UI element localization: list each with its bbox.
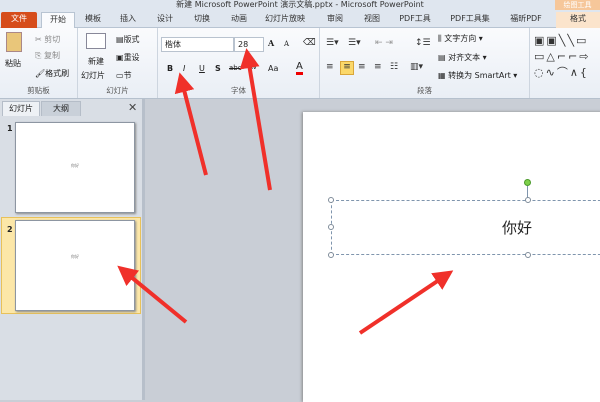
resize-handle[interactable] — [328, 224, 334, 230]
bullets-icon[interactable]: ☰▾ — [326, 38, 339, 48]
slides-panel: 幻灯片 大纲 ✕ 1 你好 2 你好 — [0, 99, 145, 400]
tab-slideshow[interactable]: 幻灯片放映 — [260, 12, 310, 28]
font-size-combo[interactable]: 28 — [234, 37, 264, 52]
tab-template[interactable]: 模板 — [78, 12, 108, 28]
new-slide-icon — [86, 33, 106, 49]
new-slide-dropdown[interactable]: 幻灯片 — [81, 70, 105, 81]
copy-button[interactable]: ⎘ 复制 — [35, 50, 60, 61]
ribbon-tabs: 文件 开始 模板 插入 设计 切换 动画 幻灯片放映 审阅 视图 PDF工具 P… — [0, 10, 600, 28]
new-slide-button[interactable]: 新建 — [88, 56, 104, 67]
format-painter-label: 格式刷 — [45, 69, 70, 78]
format-painter-button[interactable]: 🖌格式刷 — [35, 68, 69, 79]
align-left-icon[interactable]: ≡ — [326, 62, 334, 72]
shadow-button[interactable]: S — [215, 64, 221, 73]
bold-button[interactable]: B — [167, 64, 173, 73]
cut-label: 剪切 — [44, 35, 61, 44]
columns-icon[interactable]: ▥▾ — [410, 62, 423, 72]
tab-foxit-pdf[interactable]: 福昕PDF — [504, 12, 548, 28]
tab-outline[interactable]: 大纲 — [41, 101, 81, 116]
slide-thumbnail-1[interactable]: 你好 — [15, 122, 135, 213]
resize-handle[interactable] — [328, 252, 334, 258]
resize-handle[interactable] — [525, 252, 531, 258]
grow-font-button[interactable]: A — [268, 38, 274, 48]
paste-button[interactable]: 粘贴 — [5, 58, 21, 69]
slide-number: 1 — [7, 124, 13, 133]
group-shapes: ▣▣╲╲▭ ▭△⌐⌐⇨ ◌∿⌒∧{ — [530, 28, 600, 98]
layout-label: 版式 — [123, 35, 140, 44]
slides-label: 幻灯片 — [106, 86, 129, 95]
section-button[interactable]: ▭节 — [116, 70, 132, 81]
shrink-font-button[interactable]: A — [284, 40, 289, 48]
reset-button[interactable]: ▣重设 — [116, 52, 140, 63]
font-name-combo[interactable]: 楷体 — [161, 37, 234, 52]
distribute-icon[interactable]: ☷ — [390, 62, 398, 72]
tab-insert[interactable]: 插入 — [113, 12, 143, 28]
tab-pdf-toolset[interactable]: PDF工具集 — [445, 12, 495, 28]
tab-slides[interactable]: 幻灯片 — [2, 101, 40, 116]
numbering-icon[interactable]: ☰▾ — [348, 38, 361, 48]
underline-button[interactable]: U — [199, 64, 205, 73]
text-box[interactable]: 你好 — [328, 197, 600, 258]
change-case-button[interactable]: Aa — [268, 64, 278, 73]
align-text-label: 对齐文本 — [448, 53, 481, 62]
slide-thumbnail-2[interactable]: 你好 — [15, 220, 135, 311]
shapes-gallery[interactable]: ▣▣╲╲▭ ▭△⌐⌐⇨ ◌∿⌒∧{ — [534, 33, 591, 81]
font-label: 字体 — [231, 86, 246, 95]
smartart-label: 转换为 SmartArt — [448, 71, 511, 80]
tab-design[interactable]: 设计 — [150, 12, 180, 28]
tab-view[interactable]: 视图 — [357, 12, 387, 28]
strikethrough-button[interactable]: abc — [229, 64, 242, 72]
paragraph-label: 段落 — [417, 86, 432, 95]
reset-label: 重设 — [123, 53, 140, 62]
align-text-button[interactable]: ▤ 对齐文本 ▾ — [438, 52, 487, 63]
paste-icon — [6, 32, 22, 52]
group-font: 楷体 28 A A ⌫ B I U S abc AV Aa A 字体 — [158, 28, 320, 98]
layout-button[interactable]: ▤版式 — [116, 34, 140, 45]
align-center-icon[interactable]: ≡ — [340, 61, 354, 75]
rotate-handle[interactable] — [524, 179, 531, 186]
ribbon: 粘贴 ✂ 剪切 ⎘ 复制 🖌格式刷 剪贴板 新建 幻灯片 ▤版式 ▣重设 ▭节 … — [0, 28, 600, 99]
group-clipboard: 粘贴 ✂ 剪切 ⎘ 复制 🖌格式刷 剪贴板 — [0, 28, 78, 98]
title-bar: 新建 Microsoft PowerPoint 演示文稿.pptx - Micr… — [0, 0, 600, 10]
window-title: 新建 Microsoft PowerPoint 演示文稿.pptx - Micr… — [176, 0, 424, 9]
text-direction-label: 文字方向 — [444, 34, 477, 43]
thumb-text: 你好 — [71, 163, 79, 168]
group-slides: 新建 幻灯片 ▤版式 ▣重设 ▭节 幻灯片 — [78, 28, 158, 98]
tab-format[interactable]: 格式 — [556, 12, 600, 28]
clipboard-label: 剪贴板 — [27, 86, 50, 95]
resize-handle[interactable] — [525, 197, 531, 203]
tab-animations[interactable]: 动画 — [224, 12, 254, 28]
italic-button[interactable]: I — [183, 64, 185, 73]
copy-label: 复制 — [43, 51, 60, 60]
char-spacing-button[interactable]: AV — [248, 63, 257, 71]
tab-transitions[interactable]: 切换 — [187, 12, 217, 28]
slide-text[interactable]: 你好 — [332, 217, 532, 238]
clear-format-icon[interactable]: ⌫ — [303, 38, 316, 48]
tab-pdf-tools[interactable]: PDF工具 — [393, 12, 437, 28]
justify-icon[interactable]: ≡ — [374, 62, 382, 72]
slide-canvas[interactable] — [303, 112, 600, 402]
smartart-button[interactable]: ▦ 转换为 SmartArt ▾ — [438, 70, 517, 81]
text-direction-button[interactable]: ⫼ 文字方向 ▾ — [438, 33, 483, 44]
tab-review[interactable]: 审阅 — [320, 12, 350, 28]
context-tab-group: 绘图工具 — [555, 0, 600, 10]
line-spacing-icon[interactable]: ↕☰ — [415, 38, 431, 48]
align-right-icon[interactable]: ≡ — [358, 62, 366, 72]
slide-number: 2 — [7, 225, 13, 234]
group-paragraph: ☰▾ ☰▾ ⇤ ⇥ ↕☰ ≡ ≡ ≡ ≡ ☷ ▥▾ ⫼ 文字方向 ▾ ▤ 对齐文… — [320, 28, 530, 98]
font-color-button[interactable]: A — [296, 62, 303, 75]
tab-home[interactable]: 开始 — [41, 12, 75, 28]
section-label: 节 — [123, 71, 132, 80]
tab-file[interactable]: 文件 — [1, 12, 37, 28]
thumb-text: 你好 — [71, 254, 79, 259]
cut-button[interactable]: ✂ 剪切 — [35, 34, 60, 45]
close-panel-icon[interactable]: ✕ — [128, 101, 137, 114]
indent-icons[interactable]: ⇤ ⇥ — [375, 38, 393, 48]
resize-handle[interactable] — [328, 197, 334, 203]
